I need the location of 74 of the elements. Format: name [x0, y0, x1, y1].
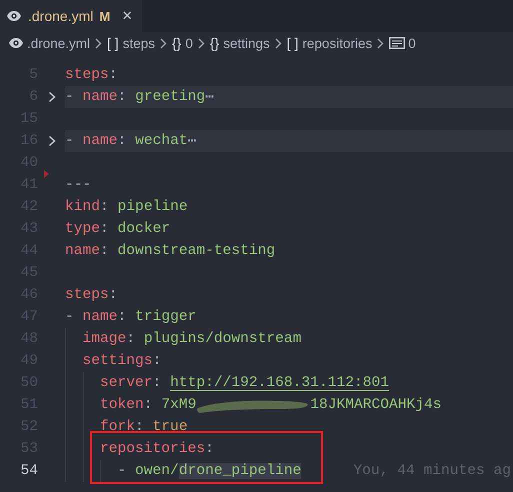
breadcrumb-item[interactable]: .drone.yml — [27, 36, 90, 50]
yaml-value: 18JKMARCOAHKj4s — [310, 397, 442, 413]
modified-status-label: M — [99, 8, 110, 24]
object-icon: {} — [172, 35, 182, 51]
yaml-value: pipeline — [118, 199, 188, 215]
yaml-key: name — [82, 89, 118, 105]
yaml-punctuation: : — [205, 441, 214, 457]
yaml-value: wechat — [135, 133, 188, 149]
yaml-punctuation: : — [135, 419, 144, 435]
yaml-value: downstream-testing — [118, 243, 276, 259]
yaml-key: kind — [65, 199, 100, 215]
yaml-value: drone_pipeline — [178, 463, 302, 479]
yaml-key: repositories — [100, 441, 206, 457]
chevron-icon — [274, 38, 282, 48]
yaml-value: plugins/downstream — [144, 331, 302, 347]
folded-ellipsis: ⋯ — [205, 89, 214, 106]
yaml-punctuation: : — [100, 199, 109, 215]
array-icon: [ ] — [286, 35, 298, 51]
yaml-punctuation: : — [144, 397, 153, 413]
yaml-punctuation: : — [100, 243, 109, 259]
yaml-key: type — [65, 221, 100, 237]
yaml-value: trigger — [135, 309, 196, 325]
line-number: 54 — [19, 463, 38, 479]
eye-icon — [6, 10, 22, 22]
editor-tab[interactable]: .drone.yml M × — [0, 0, 142, 32]
yaml-value: owen/ — [135, 463, 179, 479]
expand-chevron-icon[interactable] — [48, 91, 56, 103]
yaml-punctuation: - — [118, 463, 126, 479]
deleted-lines-marker-icon[interactable] — [44, 170, 49, 178]
yaml-key: image — [82, 331, 126, 347]
yaml-punctuation: : — [100, 221, 109, 237]
url-link[interactable]: http://192.168.31.112:801 — [170, 375, 390, 391]
yaml-key: server — [100, 375, 153, 391]
yaml-punctuation: : — [126, 331, 136, 347]
yaml-value: docker — [118, 221, 170, 237]
yaml-value: greeting — [135, 89, 206, 105]
breadcrumb-item[interactable]: settings — [223, 36, 270, 50]
git-blame-annotation: You, 44 minutes ag — [353, 463, 512, 479]
chevron-icon — [377, 38, 384, 48]
yaml-punctuation: : — [118, 133, 126, 149]
object-icon: {} — [210, 35, 220, 51]
yaml-punctuation: : — [152, 375, 162, 391]
yaml-punctuation: : — [108, 67, 118, 83]
yaml-punctuation: - — [65, 133, 74, 149]
chevron-icon — [198, 38, 205, 48]
breadcrumb-item[interactable]: repositories — [302, 36, 372, 50]
yaml-key: fork — [100, 419, 136, 435]
yaml-key: settings — [82, 353, 153, 369]
close-button[interactable]: × — [122, 6, 132, 26]
yaml-key: steps — [65, 67, 109, 83]
yaml-key: name — [65, 243, 100, 259]
expand-chevron-icon[interactable] — [48, 135, 56, 147]
yaml-punctuation: : — [118, 89, 126, 105]
breadcrumb-item[interactable]: 0 — [408, 36, 416, 50]
chevron-icon — [160, 38, 167, 48]
yaml-punctuation: : — [118, 309, 126, 325]
array-icon: [ ] — [107, 35, 119, 51]
yaml-key: name — [82, 309, 118, 325]
yaml-key: steps — [65, 287, 109, 303]
breadcrumb-item[interactable]: steps — [122, 36, 155, 50]
string-icon — [389, 37, 406, 49]
chevron-icon — [95, 38, 102, 48]
yaml-punctuation: - — [65, 89, 74, 105]
yaml-punctuation: : — [108, 287, 118, 303]
yaml-value: true — [152, 419, 188, 435]
yaml-punctuation: - — [65, 309, 74, 325]
yaml-value: 7xM9 — [161, 397, 196, 413]
yaml-key: name — [82, 133, 118, 149]
folded-ellipsis: ⋯ — [188, 133, 196, 150]
breadcrumb-item[interactable]: 0 — [185, 36, 193, 50]
eye-icon — [8, 37, 24, 49]
yaml-punctuation: --- — [65, 177, 92, 193]
yaml-punctuation: : — [152, 353, 162, 369]
yaml-key: token — [100, 397, 144, 413]
